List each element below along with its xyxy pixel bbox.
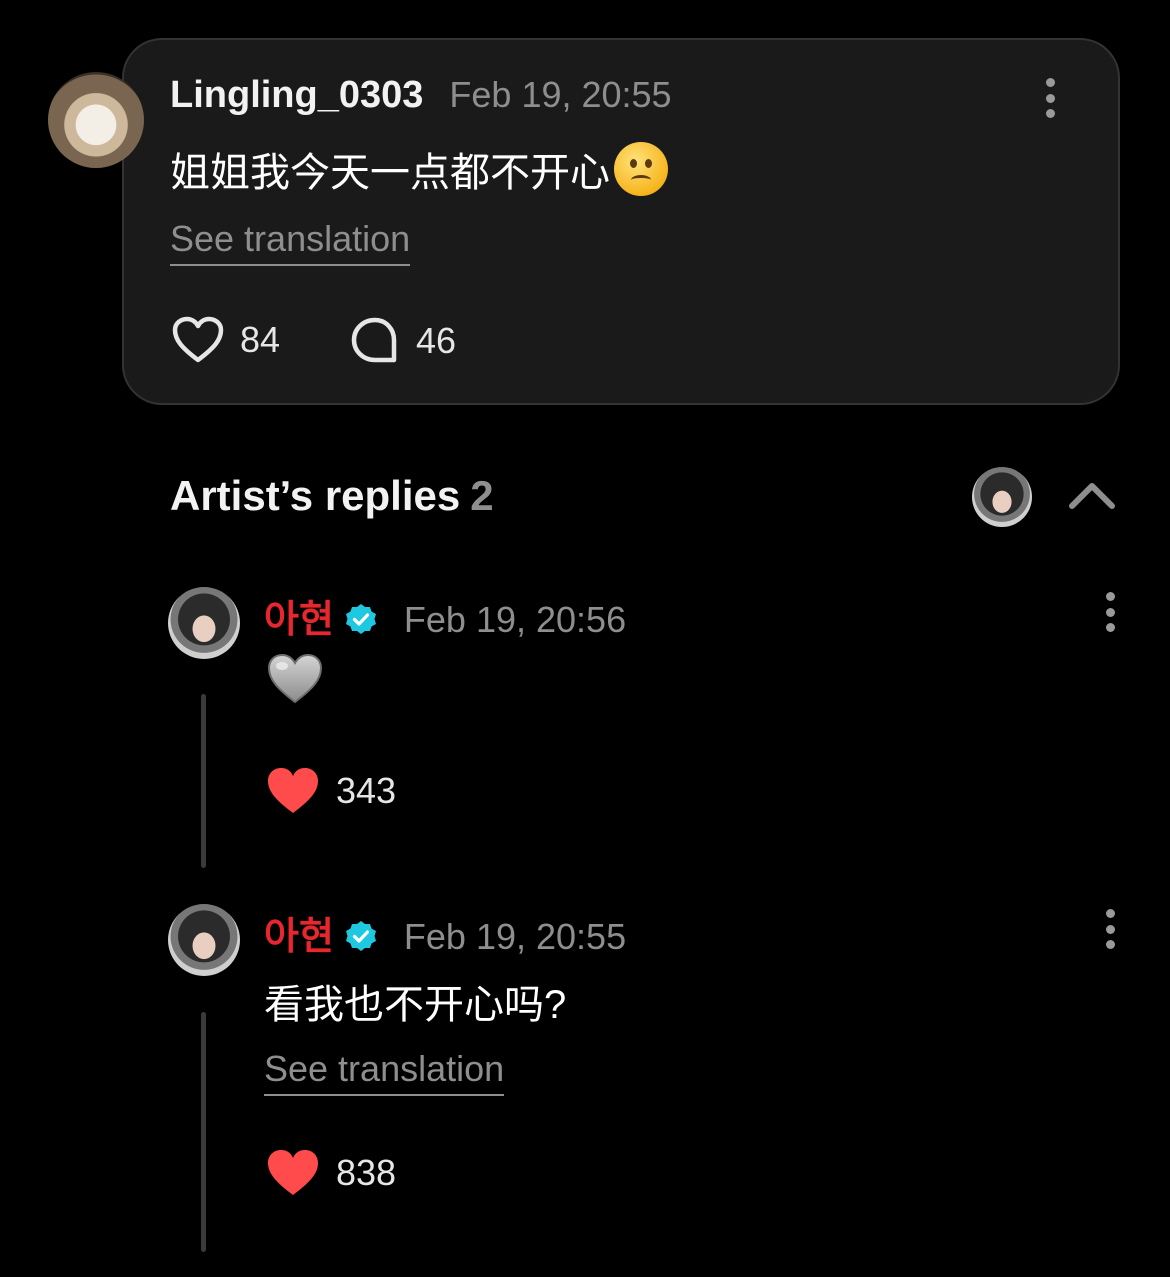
heart-outline-icon: [172, 316, 224, 363]
verified-badge-icon: [344, 602, 378, 641]
see-translation-link[interactable]: See translation: [170, 218, 411, 266]
more-options-icon[interactable]: [1100, 592, 1120, 632]
artist-name[interactable]: 아현: [264, 588, 334, 643]
like-count: 343: [336, 770, 397, 811]
artist-name[interactable]: 아현: [264, 905, 334, 960]
collapse-replies-button[interactable]: [1066, 478, 1118, 514]
reply-header: 아현 Feb 19, 20:55: [264, 905, 626, 960]
grey-heart-emoji: [266, 652, 324, 711]
artist-replies-header: Artist’s replies 2: [170, 472, 494, 520]
comment-header: Lingling_0303 Feb 19, 20:55: [170, 74, 672, 117]
comment-count: 46: [416, 320, 457, 361]
artist-avatar[interactable]: [168, 904, 240, 976]
see-translation-link[interactable]: See translation: [264, 1048, 505, 1096]
thread-line: [201, 694, 206, 868]
sad-face-emoji: [614, 142, 668, 196]
artist-replies-count: 2: [470, 472, 494, 519]
reply-header: 아현 Feb 19, 20:56: [264, 588, 626, 643]
more-options-icon[interactable]: [1040, 78, 1060, 118]
comment-bubble-icon: [351, 317, 397, 363]
heart-filled-icon: [268, 768, 318, 813]
heart-filled-icon: [268, 1150, 318, 1195]
like-button[interactable]: 838: [266, 1148, 396, 1198]
chevron-up-icon: [1069, 483, 1115, 509]
comment-body: 姐姐我今天一点都不开心: [170, 140, 668, 198]
comment-timestamp: Feb 19, 20:55: [449, 74, 672, 115]
like-count: 84: [240, 319, 281, 360]
user-avatar[interactable]: [48, 72, 144, 168]
like-count: 838: [336, 1152, 397, 1193]
like-button[interactable]: 343: [266, 766, 396, 816]
reply-timestamp: Feb 19, 20:55: [403, 916, 627, 957]
artist-avatar-small: [972, 467, 1032, 527]
verified-badge-icon: [344, 919, 378, 958]
more-options-icon[interactable]: [1100, 909, 1120, 949]
comment-text: 姐姐我今天一点都不开心: [170, 151, 610, 195]
like-button[interactable]: 84: [172, 316, 280, 364]
username[interactable]: Lingling_0303: [170, 74, 423, 117]
comment-thread-screen: Lingling_0303 Feb 19, 20:55 姐姐我今天一点都不开心 …: [0, 0, 1170, 1277]
reply-text: 看我也不开心吗?: [264, 983, 567, 1027]
artist-avatar[interactable]: [168, 587, 240, 659]
reply-button[interactable]: 46: [350, 316, 456, 366]
reply-timestamp: Feb 19, 20:56: [403, 599, 627, 640]
artist-replies-title: Artist’s replies: [170, 472, 461, 519]
thread-line: [201, 1012, 206, 1252]
